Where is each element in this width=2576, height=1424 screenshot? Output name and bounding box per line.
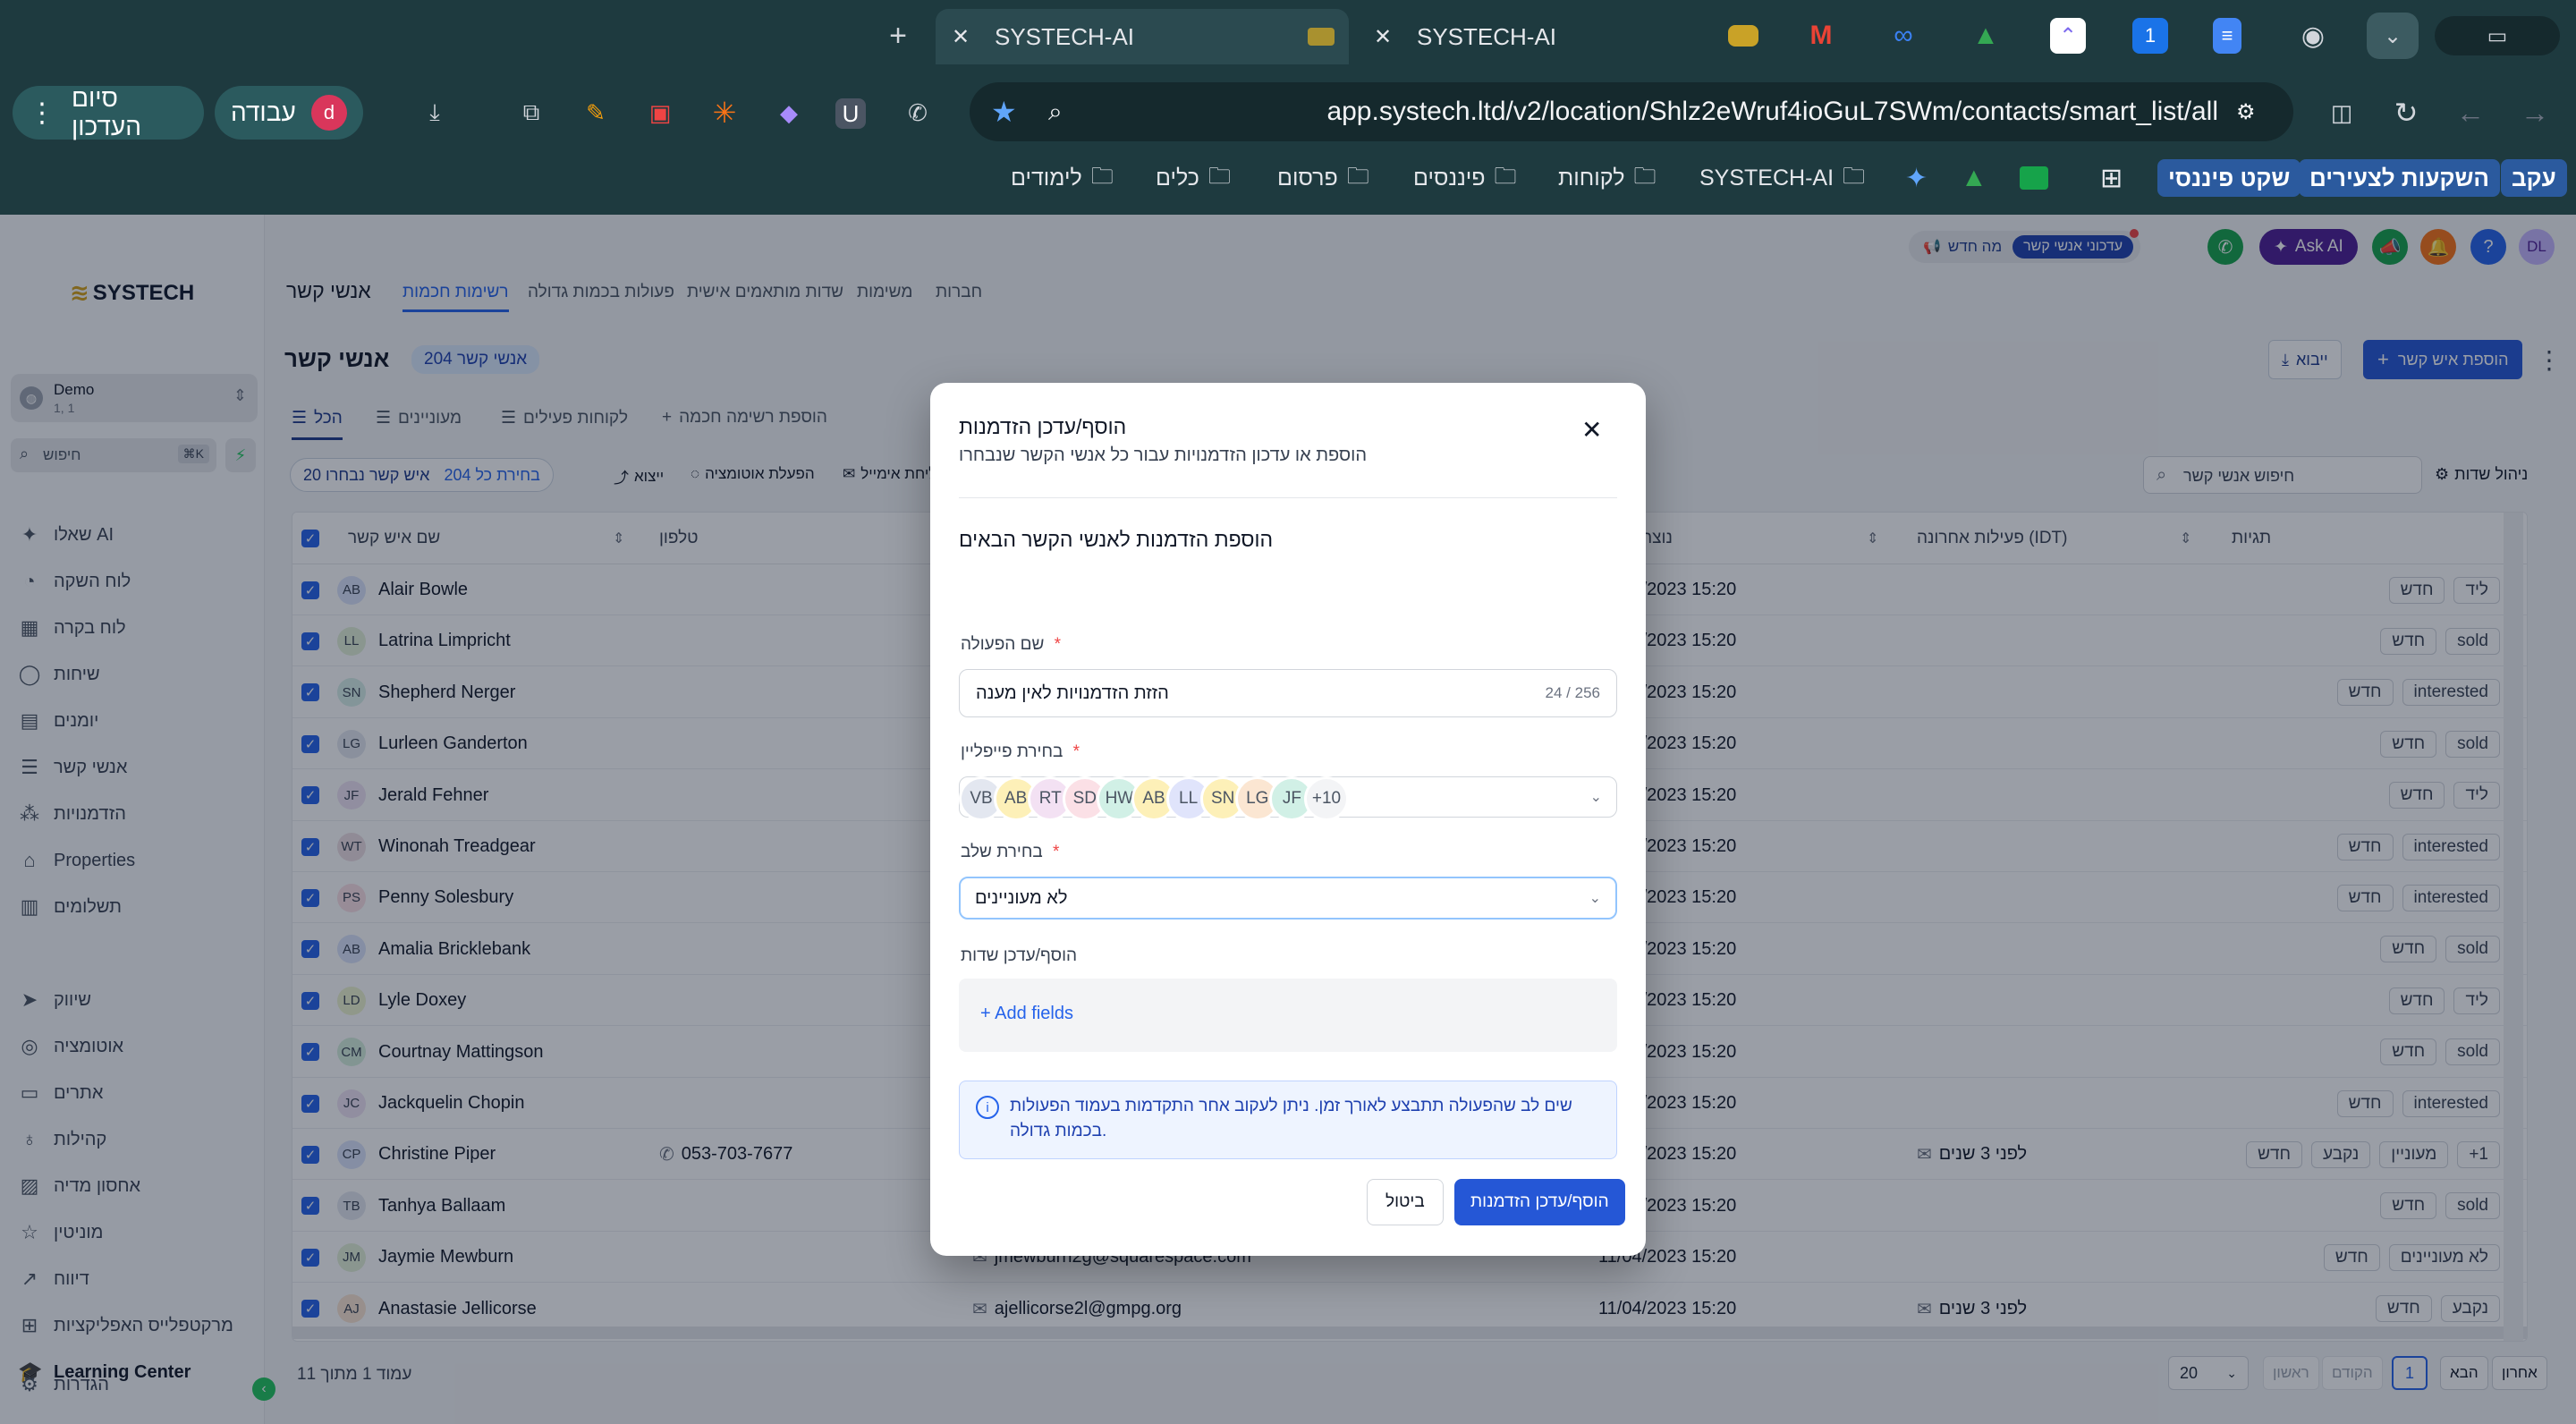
new-tab-icon[interactable]: + [880,18,916,54]
bookmark-chip-track[interactable]: עקב [2501,159,2567,197]
split-view-icon[interactable]: ◫ [2324,95,2360,131]
crystal-extension-icon[interactable]: ◆ [771,95,807,131]
profile-button[interactable]: עבודה d [215,86,363,140]
close-tab-icon[interactable]: ✕ [1374,24,1401,50]
tab-title: SYSTECH-AI [1417,22,1557,50]
action-name-input[interactable]: הזזת הזדמנויות לאין מענה 24 / 256 [959,669,1617,717]
finish-update-button[interactable]: ⋮ סיום העדכון [13,84,204,140]
bookmark-folder-systech[interactable]: SYSTECH-AI 🗀 [1699,159,1865,197]
add-fields-area: + Add fields [959,979,1617,1052]
claude-extension-icon[interactable]: ✳ [707,95,742,131]
bookmark-chip-young-investing[interactable]: השקעות לצעירים [2299,159,2500,197]
docs-icon[interactable]: ≡ [2213,18,2241,54]
cancel-button[interactable]: ביטול [1367,1179,1444,1225]
more-vertical-icon: ⋮ [29,97,55,128]
browser-chrome: + ✕ SYSTECH-AI ✕ SYSTECH-AI M ∞ ▲ ⌃ 1 ≡ … [0,0,2576,215]
contact-avatar: +10 [1304,776,1349,821]
bookmark-folder-finance[interactable]: פיננסים 🗀 [1413,159,1517,197]
bookmark-label: פרסום [1277,165,1338,191]
address-bar[interactable]: ★ ⌕ app.systech.ltd/v2/location/Shlz2eWr… [970,82,2293,141]
stage-select[interactable]: לא מעוניינים ⌄ [959,877,1617,920]
url-text[interactable]: app.systech.ltd/v2/location/Shlz2eWruf4i… [1084,97,2236,127]
folder-icon: 🗀 [1633,163,1657,189]
fields-label: הוסף/עדכן שדות [961,946,1078,965]
bookmark-label: פיננסים [1413,165,1486,191]
back-icon[interactable]: ← [2453,95,2488,131]
screenshot-extension-icon[interactable]: ▣ [642,95,678,131]
add-fields-button[interactable]: + Add fields [980,1004,1073,1024]
bookmark-label: לקוחות [1558,165,1625,191]
info-icon: i [976,1096,999,1119]
submit-button[interactable]: הוסף/עדכן הזדמנות [1454,1179,1625,1225]
tab-search-icon[interactable]: ⌄ [2367,13,2419,59]
stage-value: לא מעוניינים [975,887,1068,908]
folder-icon: 🗀 [1090,163,1114,189]
bookmark-folder-tools[interactable]: כלים 🗀 [1156,159,1231,197]
drive-bookmark-icon[interactable]: ▲ [1961,159,1987,197]
folder-icon: 🗀 [1208,163,1231,189]
extensions-icon[interactable]: ⧉ [513,95,549,131]
onepassword-icon[interactable]: 1 [2132,18,2168,54]
tab-title: SYSTECH-AI [995,22,1135,50]
bookmark-label: לימודים [1011,165,1082,191]
bookmark-chip-financial-quiet[interactable]: שקט פיננסי [2157,159,2301,197]
close-tab-icon[interactable]: ✕ [952,24,979,50]
pen-extension-icon[interactable]: ✎ [578,95,614,131]
u-extension-icon[interactable]: U [835,98,866,129]
bookmark-star-icon[interactable]: ★ [991,95,1027,129]
action-name-label: שם הפעולה * [961,635,1062,654]
tab-favicon [1308,28,1335,46]
chevron-down-icon: ⌄ [1589,790,1602,805]
modal-subtitle: הוספת או עדכון הזדמנויות עבור כל אנשי הק… [959,445,1368,465]
folder-icon: 🗀 [1346,163,1369,189]
app-window: ≋ SYSTECH ◍ Demo 1, 1 ⇕ ⌕ חיפוש ⌘K ⚡ ✦ שא… [0,215,2576,1424]
chevron-down-icon: ⌄ [1589,891,1601,906]
bookmark-folder-advertising[interactable]: פרסום 🗀 [1277,159,1369,197]
bookmark-label: כלים [1156,165,1199,191]
site-settings-icon[interactable]: ⚙ [2236,99,2272,125]
stage-label: בחירת שלב * [961,843,1060,861]
char-counter: 24 / 256 [1545,684,1600,701]
action-name-value: הזזת הזדמנויות לאין מענה [976,682,1169,703]
clickup-icon[interactable]: ⌃ [2050,18,2086,54]
pipeline-label: בחירת פייפליין * [961,742,1080,761]
close-icon[interactable]: ✕ [1581,415,1602,445]
browser-tab-active[interactable]: ✕ SYSTECH-AI [936,9,1349,64]
search-lens-icon[interactable]: ⌕ [1048,97,1084,127]
section-title: הוספת הזדמנות לאנשי הקשר הבאים [959,528,1274,551]
bookmark-label: SYSTECH-AI [1699,165,1835,191]
gmail-icon[interactable]: M [1803,18,1839,54]
profile-label: עבודה [231,98,296,126]
notice-text: שים לב שהפעולה תתבצע לאורך זמן. ניתן לעק… [1010,1097,1572,1140]
modal-title: הוסף/עדכן הזדמנות [959,415,1127,438]
folder-icon: 🗀 [1494,163,1517,189]
bookmark-folder-clients[interactable]: לקוחות 🗀 [1558,159,1656,197]
sheets-bookmark-icon[interactable] [2020,166,2048,190]
reload-icon[interactable]: ↻ [2388,95,2424,131]
drive-icon[interactable]: ▲ [1968,18,2004,54]
download-icon[interactable]: ⤓ [417,95,453,131]
forward-icon[interactable]: → [2517,95,2553,131]
gemini-bookmark-icon[interactable]: ✦ [1905,159,1928,197]
bookmark-folder-studies[interactable]: לימודים 🗀 [1011,159,1114,197]
profile-avatar: d [311,95,347,131]
apps-grid-icon[interactable]: ⊞ [2100,159,2123,197]
globe-icon[interactable]: ◉ [2295,18,2331,54]
notice-box: i שים לב שהפעולה תתבצע לאורך זמן. ניתן ל… [959,1081,1617,1159]
finish-update-label: סיום העדכון [72,84,141,140]
pinned-systech-icon[interactable] [1728,25,1758,47]
browser-tab[interactable]: ✕ SYSTECH-AI [1363,9,1658,64]
folder-icon: 🗀 [1843,163,1866,189]
meta-icon[interactable]: ∞ [1885,18,1921,54]
divider [959,497,1617,498]
phone-extension-icon[interactable]: ✆ [900,95,936,131]
window-controls-icon[interactable]: ▭ [2435,16,2560,55]
